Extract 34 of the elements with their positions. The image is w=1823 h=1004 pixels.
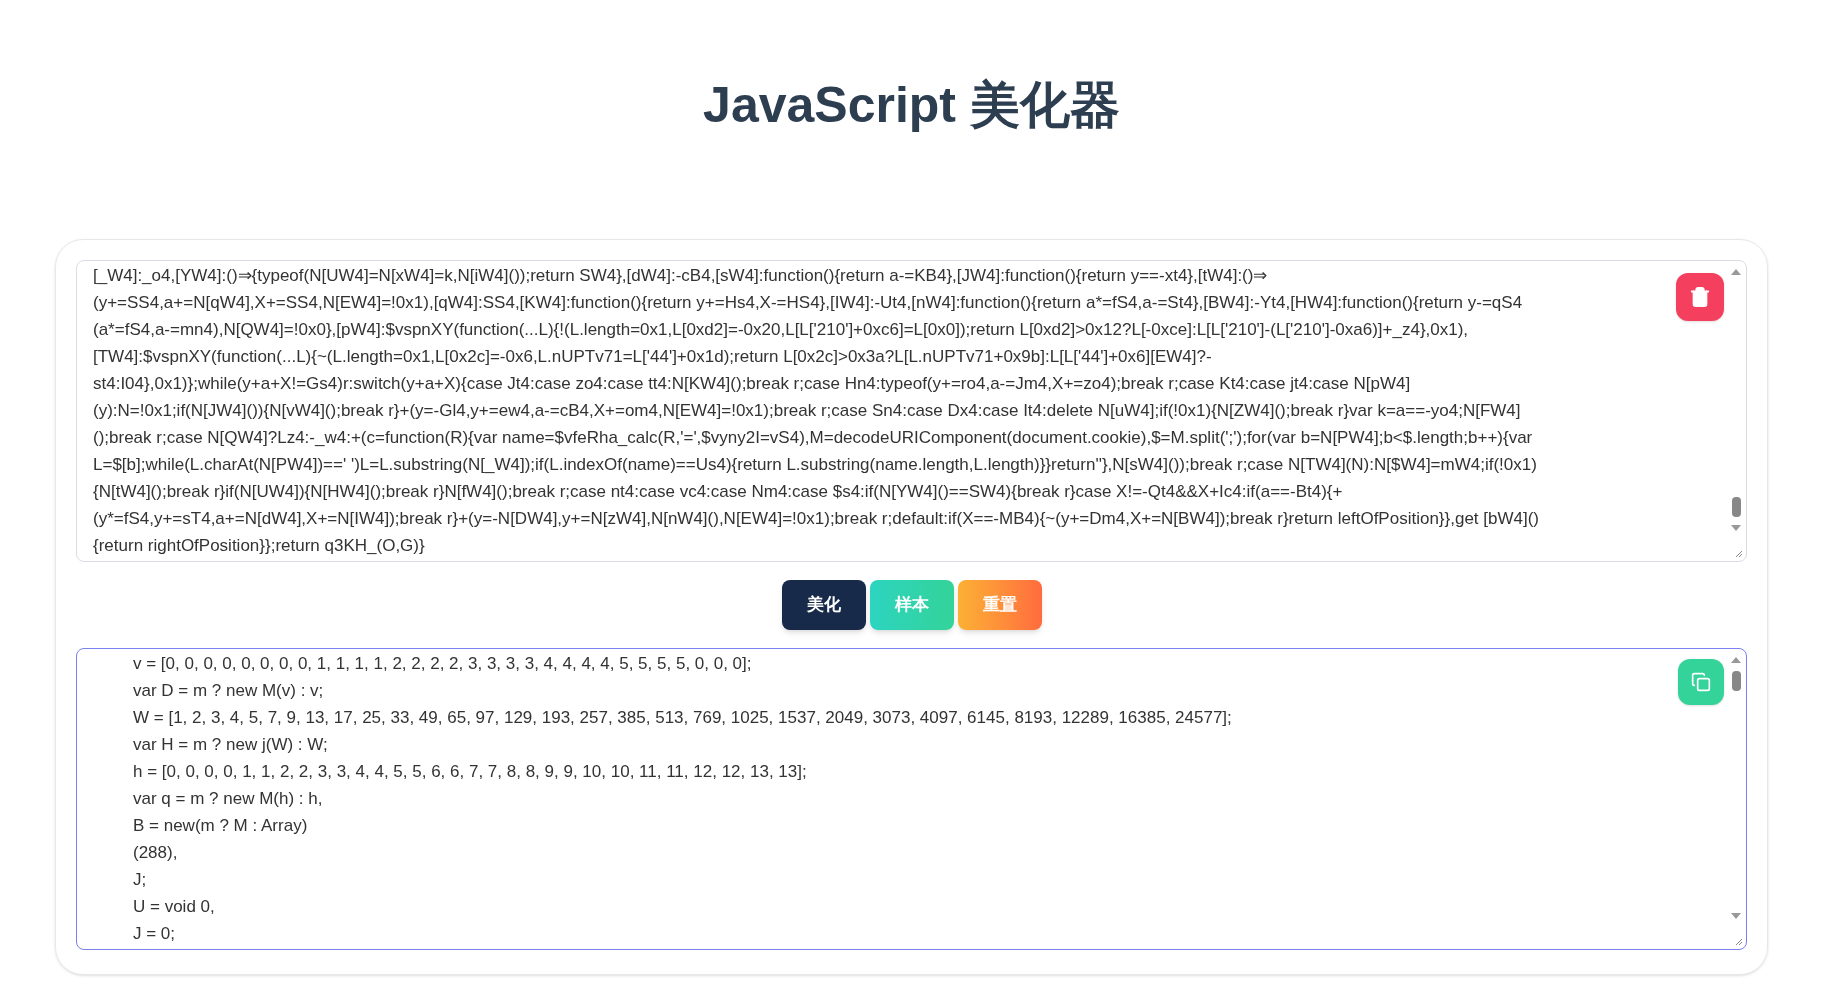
trash-icon xyxy=(1689,286,1711,308)
code-line: (y*=fS4,y+=sT4,a+=N[dW4],X+=N[IW4]);break r}+(y=-N[DW4],y+=N[zW4],N[nW4](),N[EW4]=!0x1);break r;default:if(X==-MB4){~(y+=Dm4,X+=N[BW4]);break r}return leftOfPosition}},get [bW4]() xyxy=(93,508,1539,530)
code-line: v = [0, 0, 0, 0, 0, 0, 0, 0, 1, 1, 1, 1, 2, 2, 2, 2, 3, 3, 3, 3, 4, 4, 4, 4, 5, 5, 5, 5, 0, 0, 0]; xyxy=(133,653,752,675)
action-button[interactable]: 重置 xyxy=(957,580,1042,630)
code-line: var H = m ? new j(W) : W; xyxy=(133,734,328,756)
code-line: U = void 0, xyxy=(133,896,215,918)
delete-button[interactable] xyxy=(1676,273,1724,321)
action-button[interactable]: 样本 xyxy=(869,580,954,630)
code-line: B = new(m ? M : Array) xyxy=(133,815,308,837)
code-line: (y):N=!0x1;if(N[JW4]()){N[vW4]();break r}+(y=-Gl4,y+=ew4,a-=cB4,X+=om4,N[EW4]=!0x1);break r;case Sn4:case Dx4:case It4:delete N[uW4];if(!0x1){N[ZW4]();break r}var k=a==-yo4;N[FW4] xyxy=(93,400,1521,422)
scrollbar[interactable] xyxy=(1730,657,1742,919)
code-line: var q = m ? new M(h) : h, xyxy=(133,788,323,810)
code-line: J = 0; xyxy=(133,923,176,945)
action-button[interactable]: 美化 xyxy=(781,580,866,630)
code-line: ();break r;case N[QW4]?Lz4:-_w4:+(c=function(R){var name=$vfeRha_calc(R,'=',$vyny2I=vS4),M=decodeURIComponent(document.cookie),$=M.split(';');for(var b=N[PW4];b<$.length;b++){var xyxy=(93,427,1533,449)
code-line: [TW4]:$vspnXY(function(...L){~(L.length=0x1,L[0x2c]=-0x6,L.nUPTv71=L['44']+0x1d);return L[0x2c]>0x3a?L[L.nUPTv71+0x9b]:L[L['44']+0x6][EW4]?- xyxy=(93,346,1212,368)
code-line: [_W4]:_o4,[YW4]:()⇒{typeof(N[UW4]=N[xW4]=k,N[iW4]());return SW4},[dW4]:-cB4,[sW4]:function(){return a-=KB4},[JW4]:function(){return y==-xt4},[tW4]:()⇒ xyxy=(93,265,1268,287)
code-line: (y+=SS4,a+=N[qW4],X+=SS4,N[EW4]=!0x1),[qW4]:SS4,[KW4]:function(){return y+=Hs4,X-=HS4},[IW4]:-Ut4,[nW4]:function(){return a*=fS4,a-=St4},[BW4]:-Yt4,[HW4]:function(){return y-=qS4 xyxy=(93,292,1523,314)
page-title: JavaScript 美化器 xyxy=(703,76,1120,135)
code-line: (a*=fS4,a-=mn4),N[QW4]=!0x0},[pW4]:$vspnXY(function(...L){!(L.length=0x1,L[0xd2]=-0x20,L[L['210']+0xc6]=L[0x0]);return L[0xd2]>0x12?L[-0xce]:L[L['210']-(L['210']-0xa6)]+_z4},0x1), xyxy=(93,319,1469,341)
copy-button[interactable] xyxy=(1678,659,1724,705)
resize-grip-icon[interactable] xyxy=(1733,936,1743,946)
code-line: J; xyxy=(133,869,147,891)
code-line: L=$[b];while(L.charAt(N[PW4])==' ')L=L.substring(N[_W4]);if(L.indexOf(name)==Us4){return L.substring(name.length,L.length)}}return''},N[sW4]());break r;case N[TW4](N):N[$W4]=mW4;if(!0x1) xyxy=(93,454,1537,476)
code-line: {N[tW4]();break r}if(N[UW4]){N[HW4]();break r}N[fW4]();break r;case nt4:case vc4:case Nm4:case $s4:if(N[YW4]()==SW4){break r}case X!=-Qt4&&X+Ic4:if(a==-Bt4){+ xyxy=(93,481,1343,503)
code-line: W = [1, 2, 3, 4, 5, 7, 9, 13, 17, 25, 33, 49, 65, 97, 129, 193, 257, 385, 513, 769, 1025, 1537, 2049, 3073, 4097, 6145, 8193, 12289, 16385, 24577]; xyxy=(133,707,1232,729)
code-line: {return rightOfPosition}};return q3KH_(O,G)} xyxy=(93,535,425,557)
code-line: (288), xyxy=(133,842,178,864)
code-line: var D = m ? new M(v) : v; xyxy=(133,680,324,702)
scrollbar[interactable] xyxy=(1730,269,1742,531)
copy-icon xyxy=(1691,672,1711,692)
resize-grip-icon[interactable] xyxy=(1733,548,1743,558)
code-line: h = [0, 0, 0, 0, 1, 1, 2, 2, 3, 3, 4, 4, 5, 5, 6, 6, 7, 7, 8, 8, 9, 9, 10, 10, 11, 11, 12, 12, 13, 13]; xyxy=(133,761,807,783)
code-line: st4:I04},0x1)};while(y+a+X!=Gs4)r:switch(y+a+X){case Jt4:case zo4:case tt4:N[KW4]();break r;case Hn4:typeof(y+=ro4,a-=Jm4,X+=zo4);break r;case Kt4:case jt4:case N[pW4] xyxy=(93,373,1411,395)
